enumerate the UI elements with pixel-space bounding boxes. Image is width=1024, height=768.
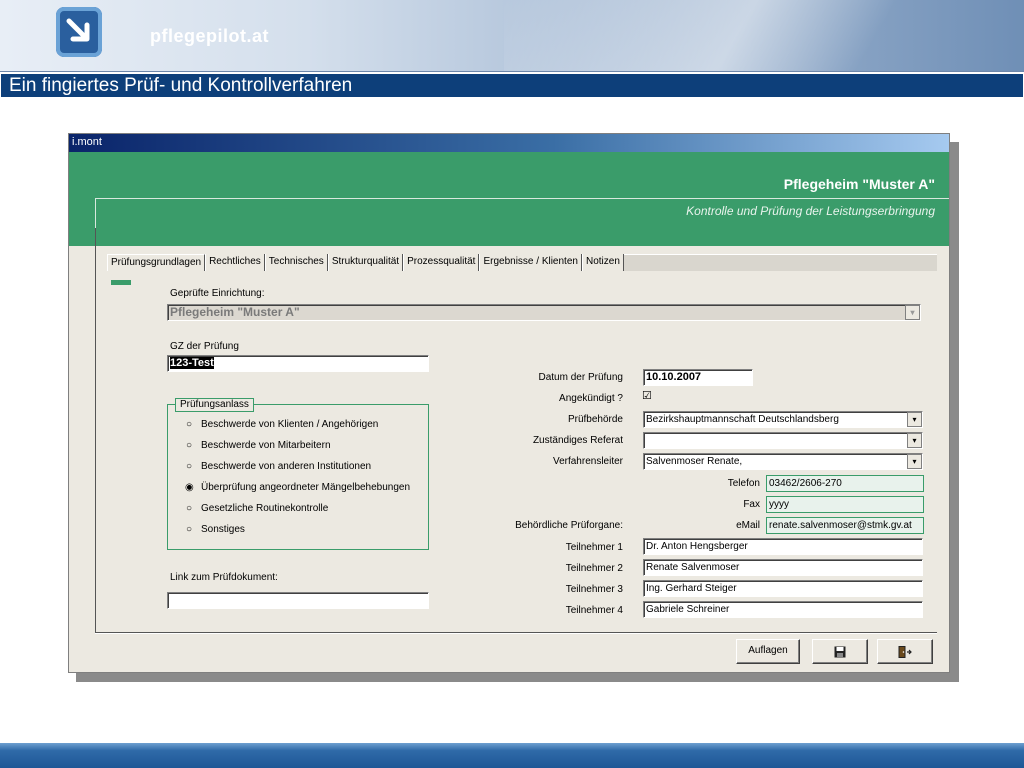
radio-label: Überprüfung angeordneter Mängelbehebunge… bbox=[201, 482, 411, 493]
gz-value: 123-Test bbox=[170, 357, 214, 369]
radio-routinekontrolle[interactable]: ○ Gesetzliche Routinekontrolle bbox=[185, 503, 328, 514]
radio-label: Beschwerde von Klienten / Angehörigen bbox=[201, 419, 379, 430]
verfahrensleiter-value: Salvenmoser Renate, bbox=[646, 456, 743, 467]
pruefbehoerde-label: Prüfbehörde bbox=[567, 414, 623, 425]
fax-field: yyyy bbox=[766, 496, 924, 513]
verfahrensleiter-label: Verfahrensleiter bbox=[552, 456, 623, 467]
slide-title: Ein fingiertes Prüf- und Kontrollverfahr… bbox=[9, 75, 353, 96]
content-frame-left bbox=[95, 228, 96, 632]
status-marker bbox=[111, 280, 131, 285]
radio-mitarbeiter[interactable]: ○ Beschwerde von Mitarbeitern bbox=[185, 440, 331, 451]
referat-select[interactable]: ▾ bbox=[643, 432, 923, 449]
radio-label: Beschwerde von anderen Institutionen bbox=[201, 461, 372, 472]
angekuendigt-label: Angekündigt ? bbox=[559, 393, 623, 404]
datum-label: Datum der Prüfung bbox=[538, 372, 624, 383]
pflegepilot-logo-icon bbox=[56, 7, 102, 57]
slide-footer-bar bbox=[0, 743, 1024, 768]
chevron-down-icon[interactable]: ▾ bbox=[907, 433, 922, 448]
window-title: i.mont bbox=[72, 136, 102, 148]
radio-label: Sonstiges bbox=[201, 524, 245, 535]
radio-icon: ○ bbox=[185, 419, 193, 430]
tab-bar: Prüfungsgrundlagen Rechtliches Technisch… bbox=[107, 254, 624, 271]
slide-title-bar: Ein fingiertes Prüf- und Kontrollverfahr… bbox=[0, 73, 1024, 98]
exit-button[interactable] bbox=[877, 639, 933, 664]
gz-label: GZ der Prüfung bbox=[170, 341, 239, 352]
pruefbehoerde-select[interactable]: Bezirkshauptmannschaft Deutschlandsberg … bbox=[643, 411, 923, 428]
teilnehmer-2-label: Teilnehmer 2 bbox=[565, 563, 623, 574]
banner-decoration bbox=[504, 0, 1024, 71]
tab-rechtliches[interactable]: Rechtliches bbox=[205, 254, 265, 271]
app-header: Pflegeheim "Muster A" Kontrolle und Prüf… bbox=[69, 152, 949, 246]
einrichtung-value: Pflegeheim "Muster A" bbox=[170, 305, 300, 319]
chevron-down-icon[interactable]: ▾ bbox=[907, 454, 922, 469]
radio-icon: ○ bbox=[185, 461, 193, 472]
radio-maengelbehebungen[interactable]: ◉ Überprüfung angeordneter Mängelbehebung… bbox=[185, 482, 410, 493]
tab-strukturqualitaet[interactable]: Strukturqualität bbox=[327, 254, 404, 271]
email-field: renate.salvenmoser@stmk.gv.at bbox=[766, 517, 924, 534]
floppy-disk-icon bbox=[834, 646, 846, 658]
teilnehmer-1-input[interactable]: Dr. Anton Hengsberger bbox=[643, 538, 923, 555]
radio-icon: ○ bbox=[185, 524, 193, 535]
teilnehmer-1-label: Teilnehmer 1 bbox=[565, 542, 623, 553]
tab-technisches[interactable]: Technisches bbox=[264, 254, 328, 271]
pruefbehoerde-value: Bezirkshauptmannschaft Deutschlandsberg bbox=[646, 414, 839, 425]
einrichtung-label: Geprüfte Einrichtung: bbox=[170, 288, 265, 299]
chevron-down-icon[interactable]: ▾ bbox=[905, 305, 920, 320]
teilnehmer-4-input[interactable]: Gabriele Schreiner bbox=[643, 601, 923, 618]
link-input[interactable] bbox=[167, 592, 429, 609]
tab-ergebnisse-klienten[interactable]: Ergebnisse / Klienten bbox=[479, 254, 582, 271]
pruefungsanlass-legend: Prüfungsanlass bbox=[175, 398, 254, 412]
slide-header-banner: pflegepilot.at bbox=[0, 0, 1024, 72]
radio-icon: ○ bbox=[185, 503, 193, 514]
pruforgane-label: Behördliche Prüforgane: bbox=[515, 520, 623, 531]
save-button[interactable] bbox=[812, 639, 868, 664]
exit-door-icon bbox=[898, 646, 912, 658]
radio-label: Gesetzliche Routinekontrolle bbox=[201, 503, 329, 514]
radio-selected-icon: ◉ bbox=[185, 482, 194, 493]
window-titlebar[interactable]: i.mont bbox=[69, 134, 949, 152]
tab-pruefungsgrundlagen[interactable]: Prüfungsgrundlagen bbox=[107, 254, 206, 271]
tab-prozessqualitaet[interactable]: Prozessqualität bbox=[403, 254, 480, 271]
datum-input[interactable]: 10.10.2007 bbox=[643, 369, 753, 386]
header-subtitle: Kontrolle und Prüfung der Leistungserbri… bbox=[686, 204, 935, 218]
einrichtung-select[interactable]: Pflegeheim "Muster A" ▾ bbox=[167, 304, 921, 321]
facility-title: Pflegeheim "Muster A" bbox=[783, 176, 935, 192]
radio-klienten[interactable]: ○ Beschwerde von Klienten / Angehörigen bbox=[185, 419, 378, 430]
teilnehmer-2-input[interactable]: Renate Salvenmoser bbox=[643, 559, 923, 576]
radio-icon: ○ bbox=[185, 440, 193, 451]
tab-notizen[interactable]: Notizen bbox=[581, 254, 624, 271]
verfahrensleiter-select[interactable]: Salvenmoser Renate, ▾ bbox=[643, 453, 923, 470]
teilnehmer-4-label: Teilnehmer 4 bbox=[565, 605, 623, 616]
email-label: eMail bbox=[736, 520, 760, 531]
teilnehmer-3-label: Teilnehmer 3 bbox=[565, 584, 623, 595]
app-window: i.mont Pflegeheim "Muster A" Kontrolle u… bbox=[68, 133, 950, 673]
teilnehmer-3-input[interactable]: Ing. Gerhard Steiger bbox=[643, 580, 923, 597]
telefon-field: 03462/2606-270 bbox=[766, 475, 924, 492]
angekuendigt-checkbox[interactable]: ☑ bbox=[642, 389, 652, 402]
fax-label: Fax bbox=[743, 499, 760, 510]
site-name: pflegepilot.at bbox=[150, 26, 269, 46]
chevron-down-icon[interactable]: ▾ bbox=[907, 412, 922, 427]
auflagen-button[interactable]: Auflagen bbox=[736, 639, 800, 664]
link-label: Link zum Prüfdokument: bbox=[170, 572, 278, 583]
telefon-label: Telefon bbox=[727, 478, 760, 489]
content-frame-bottom-highlight bbox=[95, 633, 937, 634]
referat-label: Zuständiges Referat bbox=[532, 435, 623, 446]
radio-label: Beschwerde von Mitarbeitern bbox=[201, 440, 331, 451]
gz-input[interactable]: 123-Test bbox=[167, 355, 429, 372]
radio-sonstiges[interactable]: ○ Sonstiges bbox=[185, 524, 245, 535]
radio-institutionen[interactable]: ○ Beschwerde von anderen Institutionen bbox=[185, 461, 371, 472]
